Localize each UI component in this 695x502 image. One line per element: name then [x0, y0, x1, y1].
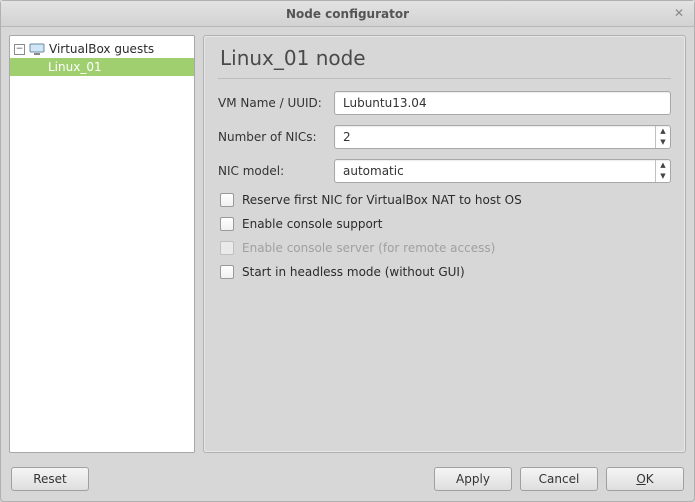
nic-model-label: NIC model: [218, 164, 328, 178]
tree-panel[interactable]: − VirtualBox guests Linux_01 [9, 35, 195, 453]
panel-title: Linux_01 node [218, 42, 671, 79]
checkbox-label: Reserve first NIC for VirtualBox NAT to … [242, 193, 522, 207]
apply-button[interactable]: Apply [434, 467, 512, 491]
chevron-up-icon[interactable]: ▲ [656, 126, 670, 137]
titlebar: Node configurator ✕ [1, 1, 694, 27]
checkbox-icon[interactable] [220, 193, 234, 207]
vm-name-label: VM Name / UUID: [218, 96, 328, 110]
tree-item-label: Linux_01 [48, 60, 102, 74]
checkbox-icon[interactable] [220, 217, 234, 231]
nics-value: 2 [335, 130, 655, 144]
nic-model-select[interactable]: automatic ▲ ▼ [334, 159, 671, 183]
row-vm-name: VM Name / UUID: [218, 91, 671, 115]
chevron-up-icon[interactable]: ▲ [656, 160, 670, 171]
vm-name-input[interactable] [334, 91, 671, 115]
nics-spinbox[interactable]: 2 ▲ ▼ [334, 125, 671, 149]
row-nics: Number of NICs: 2 ▲ ▼ [218, 125, 671, 149]
checkbox-label: Enable console support [242, 217, 382, 231]
nic-model-value: automatic [335, 164, 655, 178]
tree-item-linux-01[interactable]: Linux_01 [10, 58, 194, 76]
reset-button[interactable]: Reset [11, 467, 89, 491]
nics-label: Number of NICs: [218, 130, 328, 144]
ok-button[interactable]: OK [606, 467, 684, 491]
monitor-icon [29, 43, 45, 55]
checkbox-console-support[interactable]: Enable console support [218, 217, 671, 231]
window-title: Node configurator [286, 7, 409, 21]
checkbox-headless[interactable]: Start in headless mode (without GUI) [218, 265, 671, 279]
spinbox-arrows[interactable]: ▲ ▼ [655, 126, 670, 148]
content-area: − VirtualBox guests Linux_01 Linux_01 no… [1, 27, 694, 461]
footer: Reset Apply Cancel OK [1, 461, 694, 501]
close-icon[interactable]: ✕ [672, 6, 686, 20]
footer-spacer [97, 467, 426, 491]
main-panel: Linux_01 node VM Name / UUID: Number of … [203, 35, 686, 453]
checkbox-icon[interactable] [220, 265, 234, 279]
checkbox-label: Enable console server (for remote access… [242, 241, 495, 255]
node-configurator-window: Node configurator ✕ − VirtualBox guests … [0, 0, 695, 502]
tree-root-label: VirtualBox guests [49, 42, 154, 56]
chevron-down-icon[interactable]: ▼ [656, 171, 670, 182]
cancel-button[interactable]: Cancel [520, 467, 598, 491]
tree-root-virtualbox-guests[interactable]: − VirtualBox guests [10, 40, 194, 58]
chevron-down-icon[interactable]: ▼ [656, 137, 670, 148]
checkbox-icon [220, 241, 234, 255]
row-nic-model: NIC model: automatic ▲ ▼ [218, 159, 671, 183]
combo-arrows[interactable]: ▲ ▼ [655, 160, 670, 182]
checkbox-reserve-nat[interactable]: Reserve first NIC for VirtualBox NAT to … [218, 193, 671, 207]
tree-collapse-icon[interactable]: − [14, 44, 25, 55]
checkbox-console-server: Enable console server (for remote access… [218, 241, 671, 255]
checkbox-label: Start in headless mode (without GUI) [242, 265, 465, 279]
